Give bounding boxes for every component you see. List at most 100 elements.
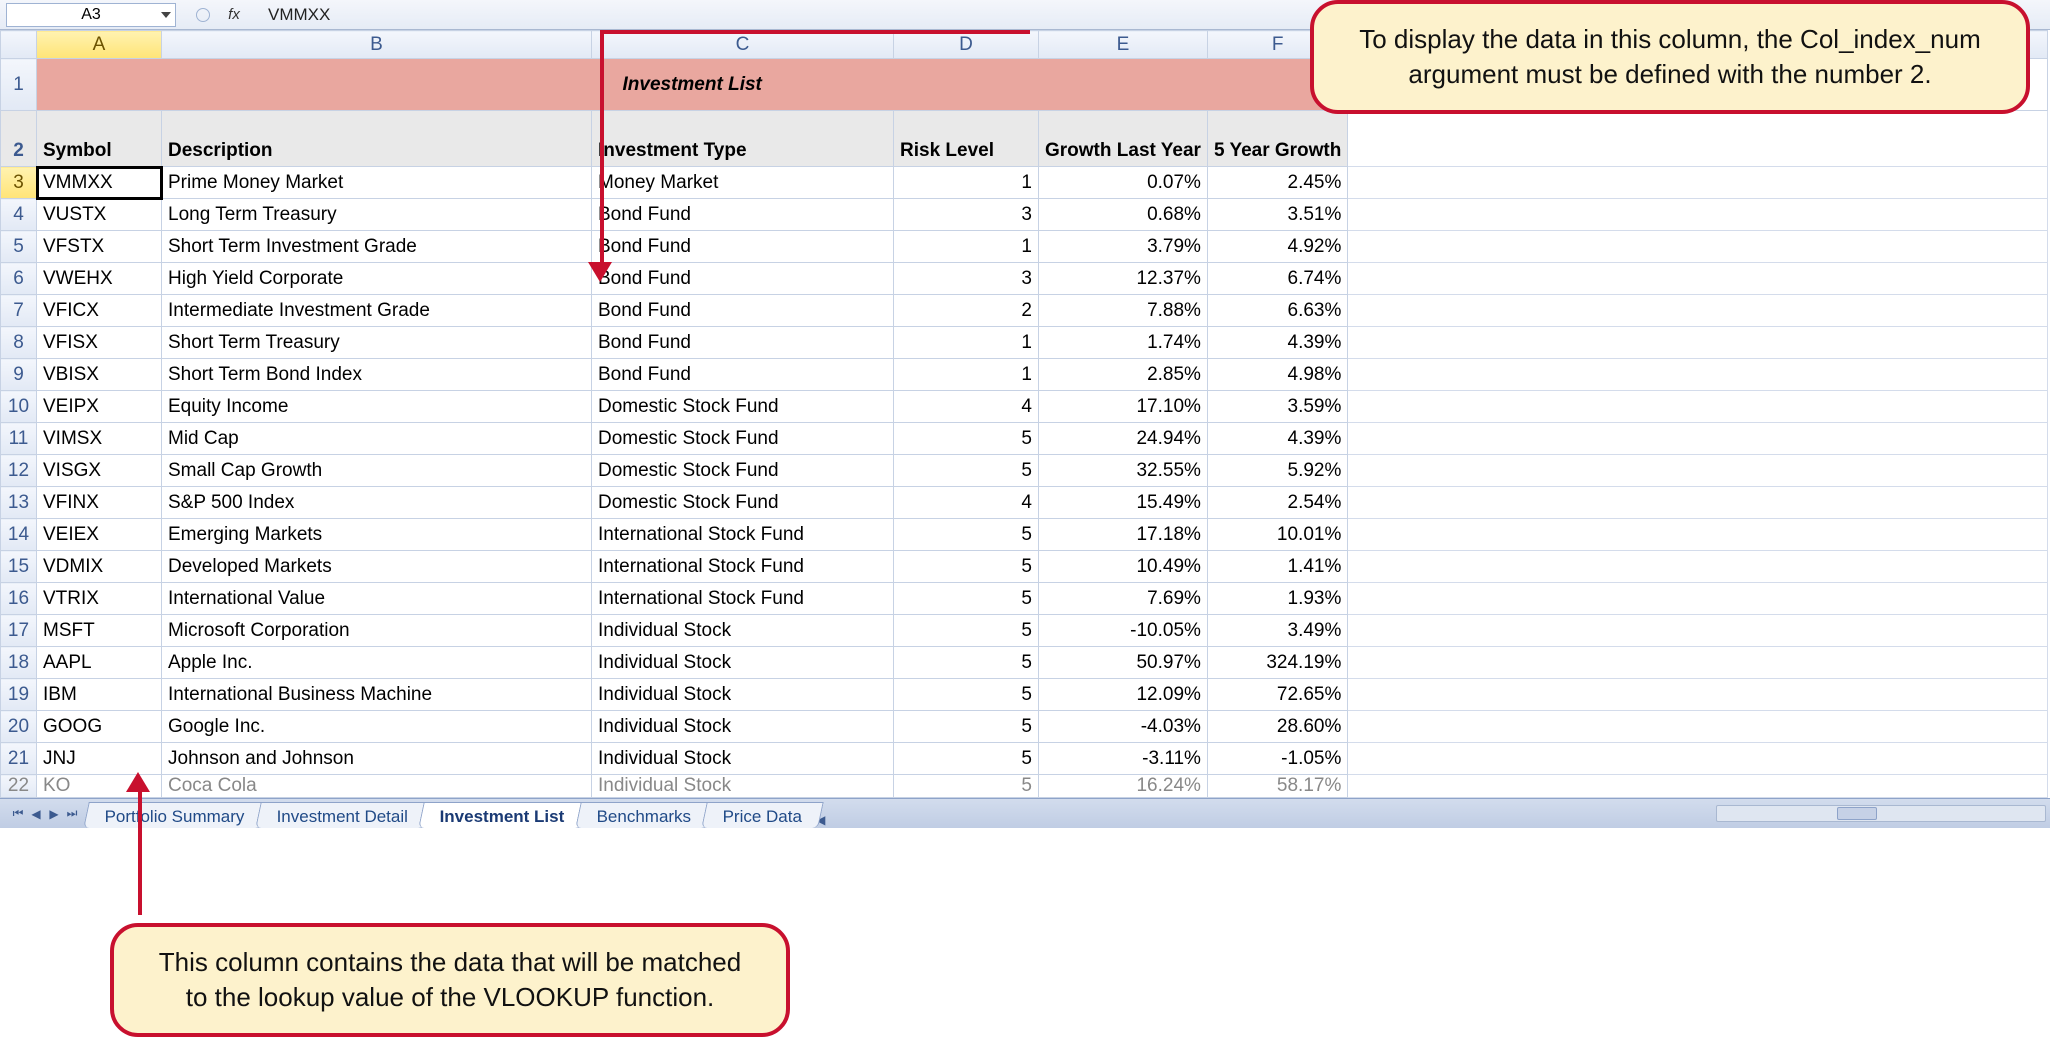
- cell-symbol[interactable]: VMMXX: [37, 167, 162, 199]
- cell-risk[interactable]: 5: [894, 551, 1039, 583]
- row-header-14[interactable]: 14: [1, 519, 37, 551]
- cell-type[interactable]: Domestic Stock Fund: [592, 487, 894, 519]
- row-header-1[interactable]: 1: [1, 59, 37, 111]
- cell-growth[interactable]: 12.09%: [1039, 679, 1208, 711]
- cell-type[interactable]: Domestic Stock Fund: [592, 423, 894, 455]
- cell-growth[interactable]: 1.74%: [1039, 327, 1208, 359]
- cell-growth[interactable]: 50.97%: [1039, 647, 1208, 679]
- cell-type[interactable]: Domestic Stock Fund: [592, 391, 894, 423]
- col-header-B[interactable]: B: [162, 31, 592, 59]
- cell-risk[interactable]: 5: [894, 679, 1039, 711]
- cell-symbol[interactable]: VIMSX: [37, 423, 162, 455]
- row-header-20[interactable]: 20: [1, 711, 37, 743]
- cell-growth[interactable]: 10.49%: [1039, 551, 1208, 583]
- row-header-3[interactable]: 3: [1, 167, 37, 199]
- cell-growth[interactable]: 7.69%: [1039, 583, 1208, 615]
- row-header-4[interactable]: 4: [1, 199, 37, 231]
- cell-five[interactable]: 58.17%: [1207, 775, 1347, 798]
- sheet-tab[interactable]: Price Data: [702, 802, 825, 828]
- cell-type[interactable]: Domestic Stock Fund: [592, 455, 894, 487]
- row-header-18[interactable]: 18: [1, 647, 37, 679]
- cell-growth[interactable]: -10.05%: [1039, 615, 1208, 647]
- cell-five[interactable]: -1.05%: [1207, 743, 1347, 775]
- cell-symbol[interactable]: VFISX: [37, 327, 162, 359]
- empty-cell[interactable]: [1348, 359, 2048, 391]
- cell-five[interactable]: 4.39%: [1207, 423, 1347, 455]
- row-header-15[interactable]: 15: [1, 551, 37, 583]
- tab-nav-next-icon[interactable]: ▶: [46, 806, 62, 822]
- cell-risk[interactable]: 5: [894, 615, 1039, 647]
- cell-five[interactable]: 28.60%: [1207, 711, 1347, 743]
- empty-cell[interactable]: [1348, 487, 2048, 519]
- cell-type[interactable]: Bond Fund: [592, 327, 894, 359]
- cell-description[interactable]: Google Inc.: [162, 711, 592, 743]
- cell-symbol[interactable]: IBM: [37, 679, 162, 711]
- cell-symbol[interactable]: VFINX: [37, 487, 162, 519]
- cell-five[interactable]: 3.51%: [1207, 199, 1347, 231]
- cell-type[interactable]: Money Market: [592, 167, 894, 199]
- cell-description[interactable]: Intermediate Investment Grade: [162, 295, 592, 327]
- row-header-6[interactable]: 6: [1, 263, 37, 295]
- cell-type[interactable]: International Stock Fund: [592, 551, 894, 583]
- empty-cell[interactable]: [1348, 231, 2048, 263]
- empty-cell[interactable]: [1348, 263, 2048, 295]
- cell-five[interactable]: 3.59%: [1207, 391, 1347, 423]
- name-box[interactable]: A3: [6, 3, 176, 27]
- cell-type[interactable]: International Stock Fund: [592, 583, 894, 615]
- empty-cell[interactable]: [1348, 775, 2048, 798]
- cell-five[interactable]: 2.45%: [1207, 167, 1347, 199]
- empty-cell[interactable]: [1348, 111, 2048, 167]
- cell-description[interactable]: Coca Cola: [162, 775, 592, 798]
- row-header-17[interactable]: 17: [1, 615, 37, 647]
- col-header-E[interactable]: E: [1039, 31, 1208, 59]
- cell-five[interactable]: 4.39%: [1207, 327, 1347, 359]
- sheet-title[interactable]: Investment List: [37, 59, 1348, 111]
- tab-nav-prev-icon[interactable]: ◀: [28, 806, 44, 822]
- header-growth-last-year[interactable]: Growth Last Year: [1039, 111, 1208, 167]
- cell-type[interactable]: Individual Stock: [592, 615, 894, 647]
- worksheet-table[interactable]: A B C D E F 1 Investment List 2 Symbol D…: [0, 30, 2048, 798]
- sheet-tab[interactable]: Investment Detail: [255, 802, 430, 828]
- cell-five[interactable]: 10.01%: [1207, 519, 1347, 551]
- cell-growth[interactable]: 16.24%: [1039, 775, 1208, 798]
- cell-symbol[interactable]: VFSTX: [37, 231, 162, 263]
- cell-risk[interactable]: 1: [894, 327, 1039, 359]
- cell-type[interactable]: Individual Stock: [592, 647, 894, 679]
- cell-growth[interactable]: 32.55%: [1039, 455, 1208, 487]
- cell-description[interactable]: Apple Inc.: [162, 647, 592, 679]
- cell-description[interactable]: High Yield Corporate: [162, 263, 592, 295]
- cell-description[interactable]: Short Term Investment Grade: [162, 231, 592, 263]
- cell-type[interactable]: Individual Stock: [592, 775, 894, 798]
- cell-description[interactable]: Johnson and Johnson: [162, 743, 592, 775]
- cell-description[interactable]: Short Term Treasury: [162, 327, 592, 359]
- cell-growth[interactable]: 7.88%: [1039, 295, 1208, 327]
- cell-description[interactable]: Developed Markets: [162, 551, 592, 583]
- empty-cell[interactable]: [1348, 711, 2048, 743]
- cell-five[interactable]: 6.74%: [1207, 263, 1347, 295]
- cell-growth[interactable]: 17.10%: [1039, 391, 1208, 423]
- cell-symbol[interactable]: VDMIX: [37, 551, 162, 583]
- cell-five[interactable]: 4.98%: [1207, 359, 1347, 391]
- header-risk-level[interactable]: Risk Level: [894, 111, 1039, 167]
- empty-cell[interactable]: [1348, 167, 2048, 199]
- cell-five[interactable]: 5.92%: [1207, 455, 1347, 487]
- cell-symbol[interactable]: GOOG: [37, 711, 162, 743]
- cell-type[interactable]: Bond Fund: [592, 263, 894, 295]
- empty-cell[interactable]: [1348, 583, 2048, 615]
- select-all-corner[interactable]: [1, 31, 37, 59]
- empty-cell[interactable]: [1348, 615, 2048, 647]
- row-header-7[interactable]: 7: [1, 295, 37, 327]
- cell-risk[interactable]: 3: [894, 199, 1039, 231]
- cell-symbol[interactable]: VFICX: [37, 295, 162, 327]
- row-header-8[interactable]: 8: [1, 327, 37, 359]
- cell-growth[interactable]: 24.94%: [1039, 423, 1208, 455]
- row-header-9[interactable]: 9: [1, 359, 37, 391]
- empty-cell[interactable]: [1348, 423, 2048, 455]
- cell-risk[interactable]: 5: [894, 423, 1039, 455]
- scrollbar-thumb[interactable]: [1837, 807, 1877, 820]
- empty-cell[interactable]: [1348, 647, 2048, 679]
- cell-risk[interactable]: 2: [894, 295, 1039, 327]
- cell-type[interactable]: Bond Fund: [592, 199, 894, 231]
- cell-description[interactable]: Short Term Bond Index: [162, 359, 592, 391]
- cell-five[interactable]: 3.49%: [1207, 615, 1347, 647]
